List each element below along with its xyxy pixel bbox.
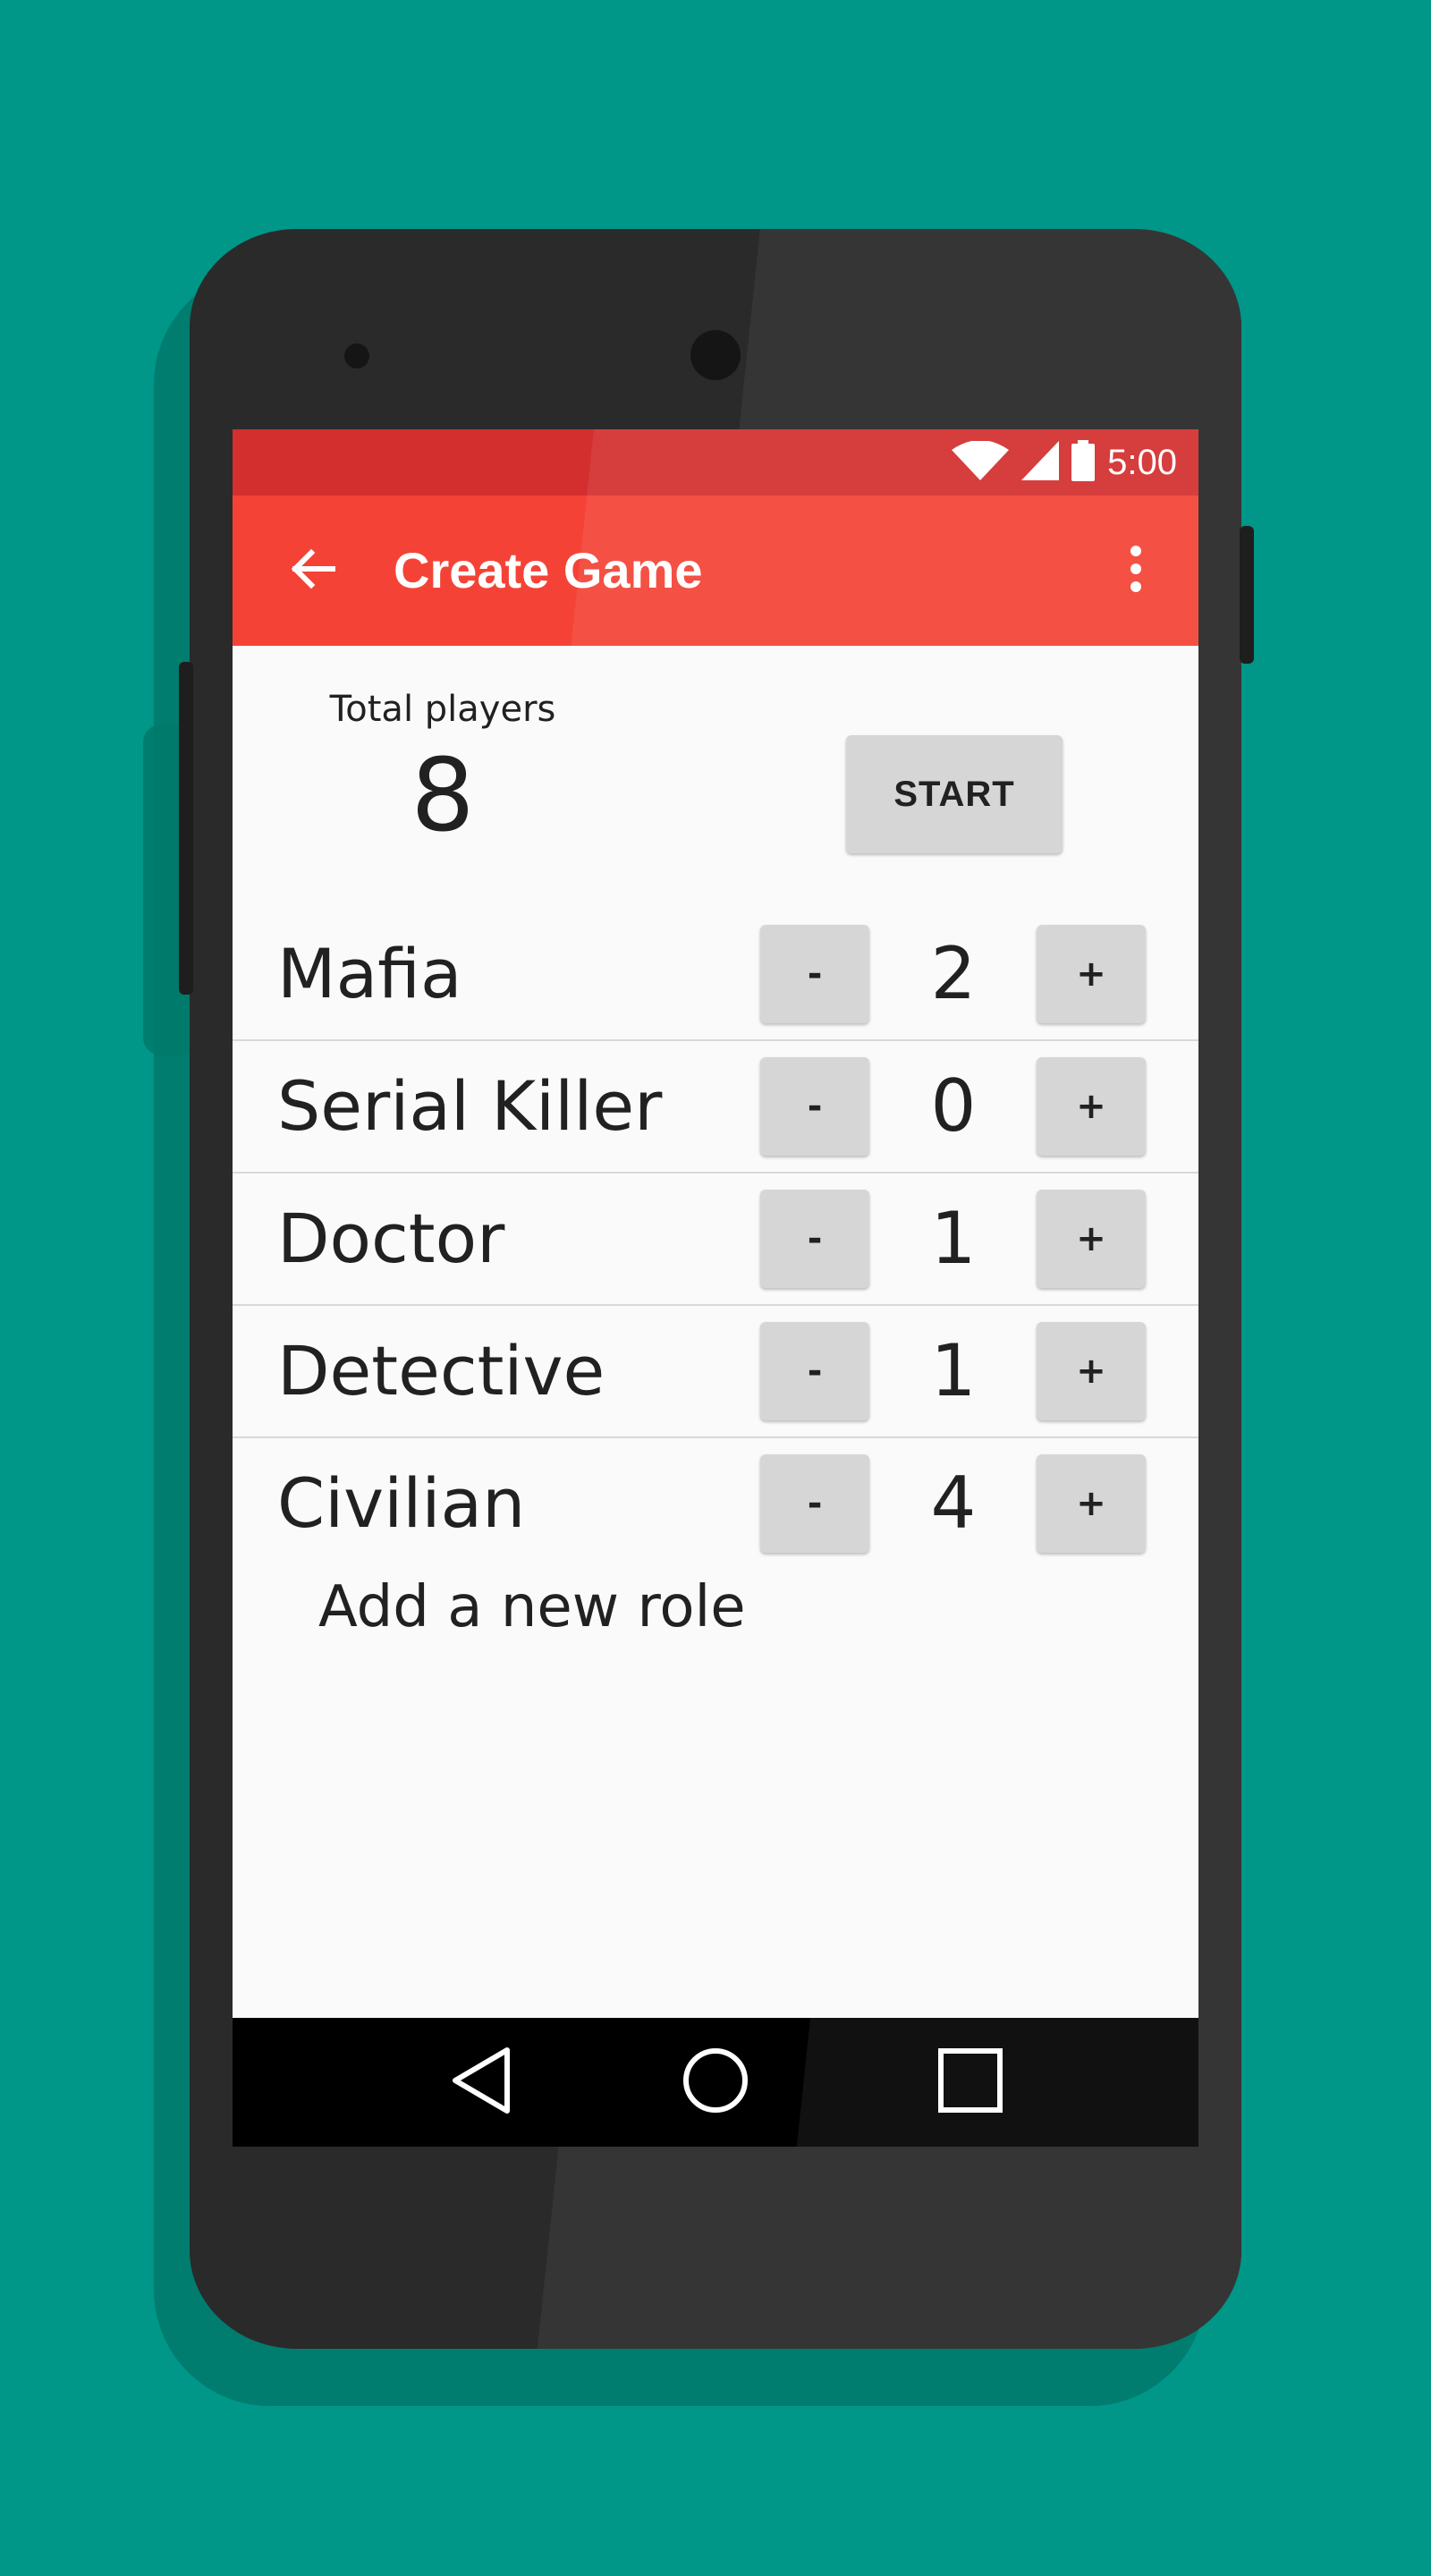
- role-count: 0: [930, 1064, 977, 1148]
- role-count: 2: [930, 932, 977, 1015]
- status-bar: 5:00: [233, 429, 1198, 496]
- page-title: Create Game: [394, 542, 703, 598]
- wifi-icon: [952, 440, 1010, 484]
- overflow-menu-button[interactable]: [1109, 535, 1163, 606]
- add-role-link[interactable]: Add a new role: [318, 1574, 746, 1640]
- role-name: Doctor: [277, 1199, 505, 1278]
- back-triangle-icon: [450, 2046, 512, 2118]
- toolbar: Create Game: [233, 496, 1198, 646]
- nav-recents-button[interactable]: [926, 2038, 1015, 2127]
- navigation-bar: [233, 2018, 1198, 2147]
- role-list: Mafia - 2 + Serial Killer - 0 + Doctor -…: [233, 909, 1198, 1569]
- role-count: 4: [930, 1462, 977, 1545]
- role-row-civilian: Civilian - 4 +: [233, 1438, 1198, 1569]
- back-button[interactable]: [277, 535, 349, 606]
- increment-button[interactable]: +: [1037, 1322, 1146, 1420]
- decrement-button[interactable]: -: [760, 1190, 869, 1288]
- decrement-button[interactable]: -: [760, 1322, 869, 1420]
- nav-home-button[interactable]: [671, 2038, 760, 2127]
- sensor-dot: [344, 343, 369, 369]
- home-circle-icon: [682, 2046, 749, 2118]
- increment-button[interactable]: +: [1037, 1057, 1146, 1156]
- status-time: 5:00: [1107, 442, 1177, 482]
- role-count: 1: [930, 1197, 977, 1280]
- signal-icon: [1021, 441, 1060, 484]
- volume-button: [179, 662, 193, 995]
- app-screen: 5:00 Create Game Total players 8 START M…: [233, 429, 1198, 2147]
- recents-square-icon: [938, 2048, 1003, 2116]
- role-name: Civilian: [277, 1463, 526, 1543]
- total-players-value: 8: [411, 738, 475, 854]
- increment-button[interactable]: +: [1037, 1454, 1146, 1553]
- role-name: Detective: [277, 1331, 605, 1411]
- nav-back-button[interactable]: [436, 2038, 526, 2127]
- increment-button[interactable]: +: [1037, 1190, 1146, 1288]
- role-name: Mafia: [277, 934, 462, 1013]
- total-players-label: Total players: [329, 689, 556, 730]
- role-row-doctor: Doctor - 1 +: [233, 1174, 1198, 1306]
- role-count: 1: [930, 1329, 977, 1412]
- role-row-mafia: Mafia - 2 +: [233, 909, 1198, 1041]
- increment-button[interactable]: +: [1037, 925, 1146, 1023]
- role-row-detective: Detective - 1 +: [233, 1306, 1198, 1438]
- front-camera: [690, 330, 741, 380]
- start-button[interactable]: START: [846, 735, 1063, 853]
- battery-icon: [1071, 440, 1096, 485]
- decrement-button[interactable]: -: [760, 1454, 869, 1553]
- decrement-button[interactable]: -: [760, 1057, 869, 1156]
- arrow-back-icon: [288, 544, 338, 597]
- power-button: [1240, 526, 1254, 664]
- role-name: Serial Killer: [277, 1066, 663, 1146]
- more-vert-icon: [1129, 544, 1143, 597]
- role-row-serial-killer: Serial Killer - 0 +: [233, 1041, 1198, 1174]
- decrement-button[interactable]: -: [760, 925, 869, 1023]
